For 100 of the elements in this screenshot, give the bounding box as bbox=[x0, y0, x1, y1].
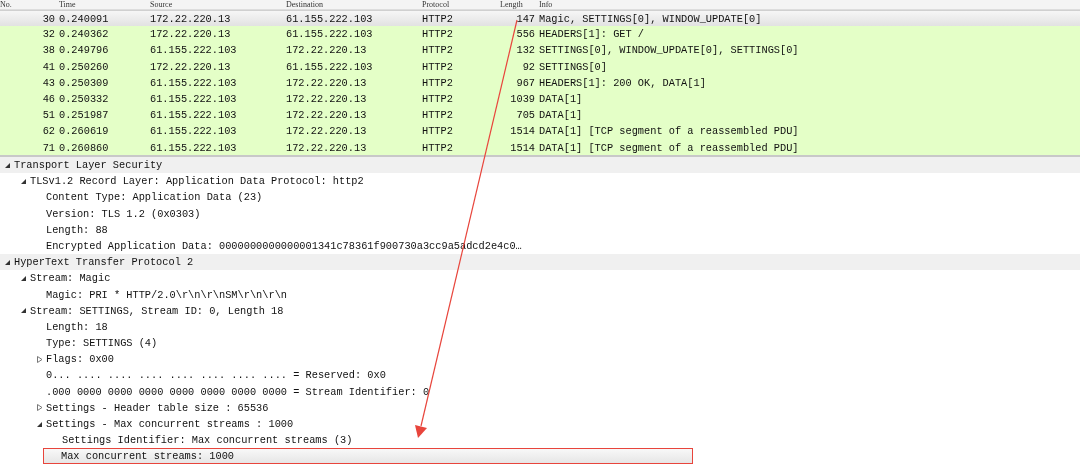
table-cell-text: 46 bbox=[41, 91, 56, 107]
column-header[interactable]: Length bbox=[500, 0, 539, 9]
table-cell-text: HTTP2 bbox=[422, 75, 454, 91]
table-cell-text: 0.260860 bbox=[59, 140, 110, 155]
column-header[interactable]: Protocol bbox=[422, 0, 500, 9]
table-cell-text: 41 bbox=[41, 59, 56, 75]
table-cell-text: 172.22.220.13 bbox=[286, 140, 368, 155]
table-cell-text: 43 bbox=[41, 75, 56, 91]
caret-icon[interactable] bbox=[3, 258, 11, 266]
packet-row[interactable]: 32 0.240362 172.22.220.13 61.155.222.103 HTTP2 556 HEADERS[1]: GET / bbox=[0, 26, 1080, 43]
table-cell-text: 147 bbox=[515, 12, 536, 27]
table-cell-text: DATA[1] bbox=[539, 91, 584, 107]
table-cell-text: 556 bbox=[515, 27, 536, 43]
tree-item[interactable]: Length: 18 bbox=[44, 318, 110, 336]
table-cell-text: 1514 bbox=[509, 140, 536, 155]
table-cell-text: 132 bbox=[515, 43, 536, 59]
tree-item[interactable]: HyperText Transfer Protocol 2 bbox=[12, 254, 196, 271]
caret-icon[interactable] bbox=[19, 177, 27, 185]
table-cell-text: HTTP2 bbox=[422, 43, 454, 59]
caret-icon[interactable] bbox=[19, 274, 27, 282]
table-cell-text: SETTINGS[0] bbox=[539, 59, 608, 75]
table-cell-text: 0.249796 bbox=[59, 43, 110, 59]
packet-row[interactable]: 62 0.260619 61.155.222.103 172.22.220.13 HTTP2 1514 DATA[1] [TCP segment of a reassembled PDU] bbox=[0, 123, 1080, 140]
table-cell-text: 0.251987 bbox=[59, 108, 110, 124]
table-cell-text: 0.240362 bbox=[59, 27, 110, 43]
tree-item[interactable]: Stream: Magic bbox=[28, 270, 113, 287]
column-header[interactable]: Info bbox=[539, 0, 1080, 9]
tree-item[interactable]: Version: TLS 1.2 (0x0303) bbox=[44, 205, 203, 222]
column-header[interactable]: No. bbox=[0, 0, 59, 9]
table-cell-text: 61.155.222.103 bbox=[286, 12, 374, 27]
table-cell-text: HTTP2 bbox=[422, 59, 454, 75]
caret-icon[interactable] bbox=[3, 161, 11, 169]
table-cell-text: 92 bbox=[521, 59, 536, 75]
table-cell-text: DATA[1] [TCP segment of a reassembled PDU] bbox=[539, 124, 800, 140]
table-cell-text: 51 bbox=[41, 108, 56, 124]
table-cell-text: 1514 bbox=[509, 124, 536, 140]
table-cell-text: 38 bbox=[41, 43, 56, 59]
table-cell-text: 61.155.222.103 bbox=[150, 108, 238, 124]
table-cell-text: 967 bbox=[515, 75, 536, 91]
table-cell-text: DATA[1] [TCP segment of a reassembled PDU] bbox=[539, 140, 800, 155]
tree-item[interactable]: Settings - Header table size : 65536 bbox=[44, 399, 271, 416]
tree-item[interactable]: Encrypted Application Data: 0000000000000001341c78361f900730a3cc9a5adcd2e4c0… bbox=[44, 237, 524, 255]
table-cell-text: HTTP2 bbox=[422, 124, 454, 140]
table-cell-text: 62 bbox=[41, 124, 56, 140]
table-cell-text: HTTP2 bbox=[422, 91, 454, 107]
tree-item[interactable]: Stream: SETTINGS, Stream ID: 0, Length 18 bbox=[28, 302, 286, 319]
table-cell-text: HTTP2 bbox=[422, 12, 454, 27]
table-cell-text: 61.155.222.103 bbox=[150, 75, 238, 91]
tree-item[interactable]: Flags: 0x00 bbox=[44, 351, 116, 368]
tree-item[interactable]: Type: SETTINGS (4) bbox=[44, 335, 160, 352]
column-header[interactable]: Time bbox=[59, 0, 150, 9]
table-cell-text: HEADERS[1]: GET / bbox=[539, 27, 646, 43]
table-cell-text: SETTINGS[0], WINDOW_UPDATE[0], SETTINGS[0] bbox=[539, 43, 800, 59]
table-cell-text: 61.155.222.103 bbox=[150, 43, 238, 59]
table-cell-text: 172.22.220.13 bbox=[150, 12, 232, 27]
table-cell-text: HEADERS[1]: 200 OK, DATA[1] bbox=[539, 75, 707, 91]
packet-row[interactable]: 38 0.249796 61.155.222.103 172.22.220.13 HTTP2 132 SETTINGS[0], WINDOW_UPDATE[0], SETTINGS[0] bbox=[0, 42, 1080, 59]
table-cell-text: 172.22.220.13 bbox=[150, 59, 232, 75]
table-cell-text: 0.250309 bbox=[59, 75, 110, 91]
table-cell-text: 30 bbox=[41, 12, 56, 27]
packet-row[interactable]: 51 0.251987 61.155.222.103 172.22.220.13 HTTP2 705 DATA[1] bbox=[0, 107, 1080, 124]
table-cell-text: 172.22.220.13 bbox=[150, 27, 232, 43]
table-cell-text: 0.250332 bbox=[59, 91, 110, 107]
table-cell-text: 172.22.220.13 bbox=[286, 75, 368, 91]
packet-row[interactable]: 30 0.240091 172.22.220.13 61.155.222.103 HTTP2 147 Magic, SETTINGS[0], WINDOW_UPDATE[0] bbox=[0, 10, 1080, 27]
caret-icon[interactable] bbox=[35, 420, 43, 428]
table-cell-text: 172.22.220.13 bbox=[286, 43, 368, 59]
table-cell-text: 0.260619 bbox=[59, 124, 110, 140]
table-cell-text: Magic, SETTINGS[0], WINDOW_UPDATE[0] bbox=[539, 12, 763, 27]
table-cell-text: 32 bbox=[41, 27, 56, 43]
tree-item[interactable]: Transport Layer Security bbox=[12, 157, 165, 174]
table-cell-text: HTTP2 bbox=[422, 27, 454, 43]
table-cell-text: 172.22.220.13 bbox=[286, 91, 368, 107]
table-cell-text: 172.22.220.13 bbox=[286, 108, 368, 124]
table-cell-text: 61.155.222.103 bbox=[286, 59, 374, 75]
tree-item[interactable]: Content Type: Application Data (23) bbox=[44, 189, 265, 206]
table-cell-text: 61.155.222.103 bbox=[286, 27, 374, 43]
column-header[interactable]: Destination bbox=[286, 0, 422, 9]
table-cell-text: 71 bbox=[41, 140, 56, 155]
tree-item[interactable]: Magic: PRI * HTTP/2.0\r\n\r\nSM\r\n\r\n bbox=[44, 286, 289, 303]
table-cell-text: 705 bbox=[515, 108, 536, 124]
tree-item[interactable]: 0... .... .... .... .... .... .... .... = Reserved: 0x0 bbox=[44, 367, 388, 384]
column-header[interactable]: Source bbox=[150, 0, 286, 9]
tree-item[interactable]: Settings - Max concurrent streams : 1000 bbox=[44, 416, 296, 433]
table-cell-text: 61.155.222.103 bbox=[150, 140, 238, 155]
table-cell-text: HTTP2 bbox=[422, 140, 454, 155]
table-cell-text: 1039 bbox=[509, 91, 536, 107]
tree-item[interactable]: TLSv1.2 Record Layer: Application Data Protocol: http2 bbox=[28, 173, 366, 190]
table-cell-text: HTTP2 bbox=[422, 108, 454, 124]
table-cell-text: DATA[1] bbox=[539, 108, 584, 124]
table-cell-text: 61.155.222.103 bbox=[150, 91, 238, 107]
tree-item[interactable]: .000 0000 0000 0000 0000 0000 0000 0000 = Stream Identifier: 0 bbox=[44, 383, 432, 400]
table-cell-text: 61.155.222.103 bbox=[150, 124, 238, 140]
table-cell-text: 0.240091 bbox=[59, 12, 110, 27]
table-cell-text: 172.22.220.13 bbox=[286, 124, 368, 140]
tree-item[interactable]: Settings Identifier: Max concurrent streams (3) bbox=[60, 432, 355, 449]
tree-item[interactable]: Max concurrent streams: 1000 bbox=[59, 448, 237, 465]
caret-icon[interactable] bbox=[19, 307, 27, 315]
tree-item[interactable]: Length: 88 bbox=[44, 221, 110, 238]
table-cell-text: 0.250260 bbox=[59, 59, 110, 75]
